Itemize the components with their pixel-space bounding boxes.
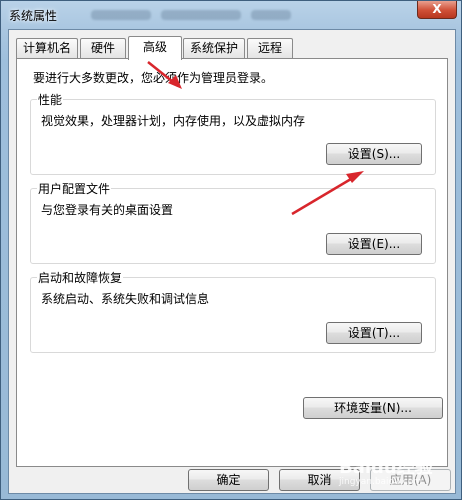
title-bar[interactable]: 系统属性 X — [1, 1, 462, 29]
ok-button[interactable]: 确定 — [188, 469, 269, 491]
tab-computer-name[interactable]: 计算机名 — [16, 38, 78, 58]
blurred-breadcrumb — [91, 10, 151, 20]
performance-description: 视觉效果，处理器计划，内存使用，以及虚拟内存 — [41, 114, 306, 128]
blurred-breadcrumb — [161, 10, 241, 20]
performance-title: 性能 — [37, 91, 64, 108]
dialog-client-area: 计算机名 硬件 高级 系统保护 远程 要进行大多数更改，您必须作为管理员登录。 … — [8, 29, 456, 494]
startup-recovery-settings-button[interactable]: 设置(T)... — [326, 322, 422, 344]
user-profile-title: 用户配置文件 — [37, 180, 112, 197]
tab-remote[interactable]: 远程 — [247, 38, 293, 58]
user-profile-description: 与您登录有关的桌面设置 — [41, 203, 174, 217]
cancel-button[interactable]: 取消 — [279, 469, 360, 491]
user-profile-group: 用户配置文件 与您登录有关的桌面设置 设置(E)... — [30, 180, 436, 264]
performance-settings-button[interactable]: 设置(S)... — [326, 143, 422, 165]
dialog-window: 系统属性 X 计算机名 硬件 高级 系统保护 远程 要进行大多数更改，您必须作为… — [0, 0, 462, 500]
tab-system-protection[interactable]: 系统保护 — [183, 38, 245, 58]
advanced-panel: 要进行大多数更改，您必须作为管理员登录。 性能 视觉效果，处理器计划，内存使用，… — [16, 58, 448, 467]
environment-variables-button[interactable]: 环境变量(N)... — [303, 397, 443, 419]
window-title: 系统属性 — [9, 9, 58, 23]
tab-hardware[interactable]: 硬件 — [80, 38, 126, 58]
startup-recovery-group: 启动和故障恢复 系统启动、系统失败和调试信息 设置(T)... — [30, 269, 436, 353]
performance-group: 性能 视觉效果，处理器计划，内存使用，以及虚拟内存 设置(S)... — [30, 91, 436, 175]
user-profile-settings-button[interactable]: 设置(E)... — [326, 233, 422, 255]
admin-notice: 要进行大多数更改，您必须作为管理员登录。 — [33, 71, 274, 85]
apply-button[interactable]: 应用(A) — [370, 469, 451, 491]
blurred-breadcrumb — [251, 10, 291, 20]
startup-recovery-title: 启动和故障恢复 — [37, 269, 124, 286]
close-button[interactable]: X — [417, 1, 457, 19]
tab-advanced[interactable]: 高级 — [128, 36, 182, 60]
startup-recovery-description: 系统启动、系统失败和调试信息 — [41, 292, 210, 306]
